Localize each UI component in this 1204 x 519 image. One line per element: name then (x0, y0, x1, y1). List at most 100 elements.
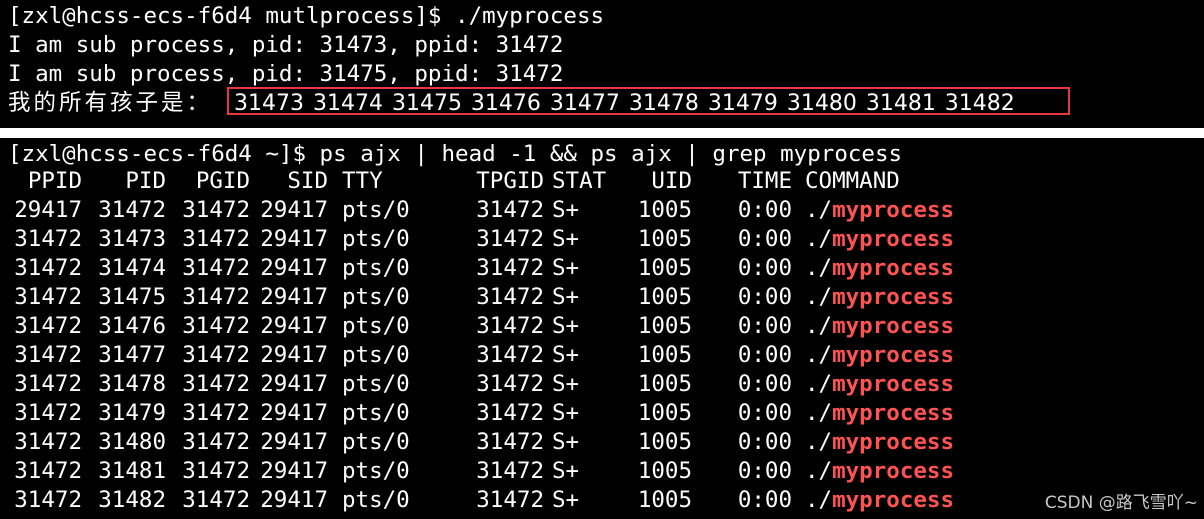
process-row: 31472 31479 31472 29417 pts/0 31472 S+ 1005 0:00… (0, 399, 1000, 428)
cell-pgid: 31472 (182, 313, 250, 339)
command-prefix: ./ (805, 429, 833, 455)
cell-tty: pts/0 (342, 487, 410, 513)
cell-tpgid: 31472 (476, 400, 544, 426)
cell-pid: 31473 (98, 226, 166, 252)
cell-pid: 31480 (98, 429, 166, 455)
cell-pgid: 31472 (182, 371, 250, 397)
process-row: 31472 31473 31472 29417 pts/0 31472 S+ 1005 0:00… (0, 225, 1000, 254)
bottom-terminal-panel: [zxl@hcss-ecs-f6d4 ~]$ ps ajx | head -1 … (0, 138, 1204, 519)
cell-tpgid: 31472 (476, 458, 544, 484)
cell-time: 0:00 (737, 458, 792, 484)
command-match-highlight: myprocess (832, 284, 955, 310)
cell-time: 0:00 (737, 284, 792, 310)
cell-uid: 1005 (637, 342, 692, 368)
cell-stat: S+ (552, 284, 580, 310)
cell-tpgid: 31472 (476, 313, 544, 339)
cell-stat: S+ (552, 313, 580, 339)
cell-sid: 29417 (260, 371, 328, 397)
cell-pid: 31474 (98, 255, 166, 281)
cell-sid: 29417 (260, 255, 328, 281)
process-row: 31472 31477 31472 29417 pts/0 31472 S+ 1005 0:00… (0, 341, 1000, 370)
cell-pgid: 31472 (182, 429, 250, 455)
command-match-highlight: myprocess (832, 342, 955, 368)
command-prefix: ./ (805, 458, 833, 484)
cell-command: ./myprocess (805, 196, 1005, 225)
cell-time: 0:00 (737, 429, 792, 455)
cell-tpgid: 31472 (476, 284, 544, 310)
cell-time: 0:00 (737, 313, 792, 339)
command-prefix: ./ (805, 342, 833, 368)
cell-pid: 31477 (98, 342, 166, 368)
cell-uid: 1005 (637, 371, 692, 397)
cell-sid: 29417 (260, 342, 328, 368)
command-prefix: ./ (805, 313, 833, 339)
cell-tty: pts/0 (342, 255, 410, 281)
column-header-stat: STAT (552, 168, 607, 194)
cell-uid: 1005 (637, 487, 692, 513)
cell-time: 0:00 (737, 400, 792, 426)
cell-ppid: 31472 (14, 226, 82, 252)
cell-tty: pts/0 (342, 197, 410, 223)
cell-uid: 1005 (637, 429, 692, 455)
column-header-time: TIME (737, 168, 792, 194)
cell-stat: S+ (552, 197, 580, 223)
cell-command: ./myprocess (805, 486, 1005, 515)
command-match-highlight: myprocess (832, 400, 955, 426)
cell-ppid: 31472 (14, 342, 82, 368)
cell-stat: S+ (552, 487, 580, 513)
cell-tpgid: 31472 (476, 342, 544, 368)
cell-stat: S+ (552, 458, 580, 484)
column-header-pgid: PGID (195, 168, 250, 194)
process-row: 31472 31475 31472 29417 pts/0 31472 S+ 1005 0:00… (0, 283, 1000, 312)
command-match-highlight: myprocess (832, 313, 955, 339)
cell-pgid: 31472 (182, 458, 250, 484)
cell-pid: 31472 (98, 197, 166, 223)
cell-ppid: 31472 (14, 458, 82, 484)
cell-tpgid: 31472 (476, 371, 544, 397)
cell-command: ./myprocess (805, 312, 1005, 341)
command-prefix: ./ (805, 255, 833, 281)
children-pids: 31473 31474 31475 31476 31477 31478 3147… (234, 91, 1015, 116)
command-prefix: ./ (805, 226, 833, 252)
cell-tty: pts/0 (342, 371, 410, 397)
cell-ppid: 31472 (14, 487, 82, 513)
command-match-highlight: myprocess (832, 226, 955, 252)
process-row: 31472 31476 31472 29417 pts/0 31472 S+ 1005 0:00… (0, 312, 1000, 341)
cell-pid: 31478 (98, 371, 166, 397)
cell-uid: 1005 (637, 197, 692, 223)
cell-sid: 29417 (260, 197, 328, 223)
output-line: I am sub process, pid: 31473, ppid: 3147… (8, 32, 564, 58)
cell-sid: 29417 (260, 226, 328, 252)
cell-pgid: 31472 (182, 226, 250, 252)
cell-stat: S+ (552, 342, 580, 368)
cell-tpgid: 31472 (476, 226, 544, 252)
cell-sid: 29417 (260, 458, 328, 484)
cell-tty: pts/0 (342, 429, 410, 455)
cell-pgid: 31472 (182, 487, 250, 513)
process-row: 31472 31474 31472 29417 pts/0 31472 S+ 1005 0:00… (0, 254, 1000, 283)
cell-time: 0:00 (737, 197, 792, 223)
command-prefix: ./ (805, 284, 833, 310)
cell-tty: pts/0 (342, 284, 410, 310)
cell-stat: S+ (552, 400, 580, 426)
process-row: 31472 31481 31472 29417 pts/0 31472 S+ 1005 0:00… (0, 457, 1000, 486)
cell-stat: S+ (552, 226, 580, 252)
cell-pgid: 31472 (182, 255, 250, 281)
cell-tty: pts/0 (342, 400, 410, 426)
column-header-uid: UID (651, 168, 692, 194)
ps-output-table: PPID PID PGID SID TTY TPGID STAT UID TIM… (0, 167, 1000, 515)
command-match-highlight: myprocess (832, 371, 955, 397)
column-header-sid: SID (287, 168, 328, 194)
cell-sid: 29417 (260, 429, 328, 455)
cell-tty: pts/0 (342, 342, 410, 368)
cell-pgid: 31472 (182, 400, 250, 426)
command-match-highlight: myprocess (832, 429, 955, 455)
cell-time: 0:00 (737, 255, 792, 281)
command-prefix: ./ (805, 400, 833, 426)
command-match-highlight: myprocess (832, 197, 955, 223)
bottom-prompt-line: [zxl@hcss-ecs-f6d4 ~]$ ps ajx | head -1 … (8, 141, 903, 167)
column-header-tpgid: TPGID (476, 168, 544, 194)
cell-uid: 1005 (637, 284, 692, 310)
watermark: CSDN @路飞雪吖~ (1044, 493, 1198, 513)
cell-ppid: 31472 (14, 400, 82, 426)
